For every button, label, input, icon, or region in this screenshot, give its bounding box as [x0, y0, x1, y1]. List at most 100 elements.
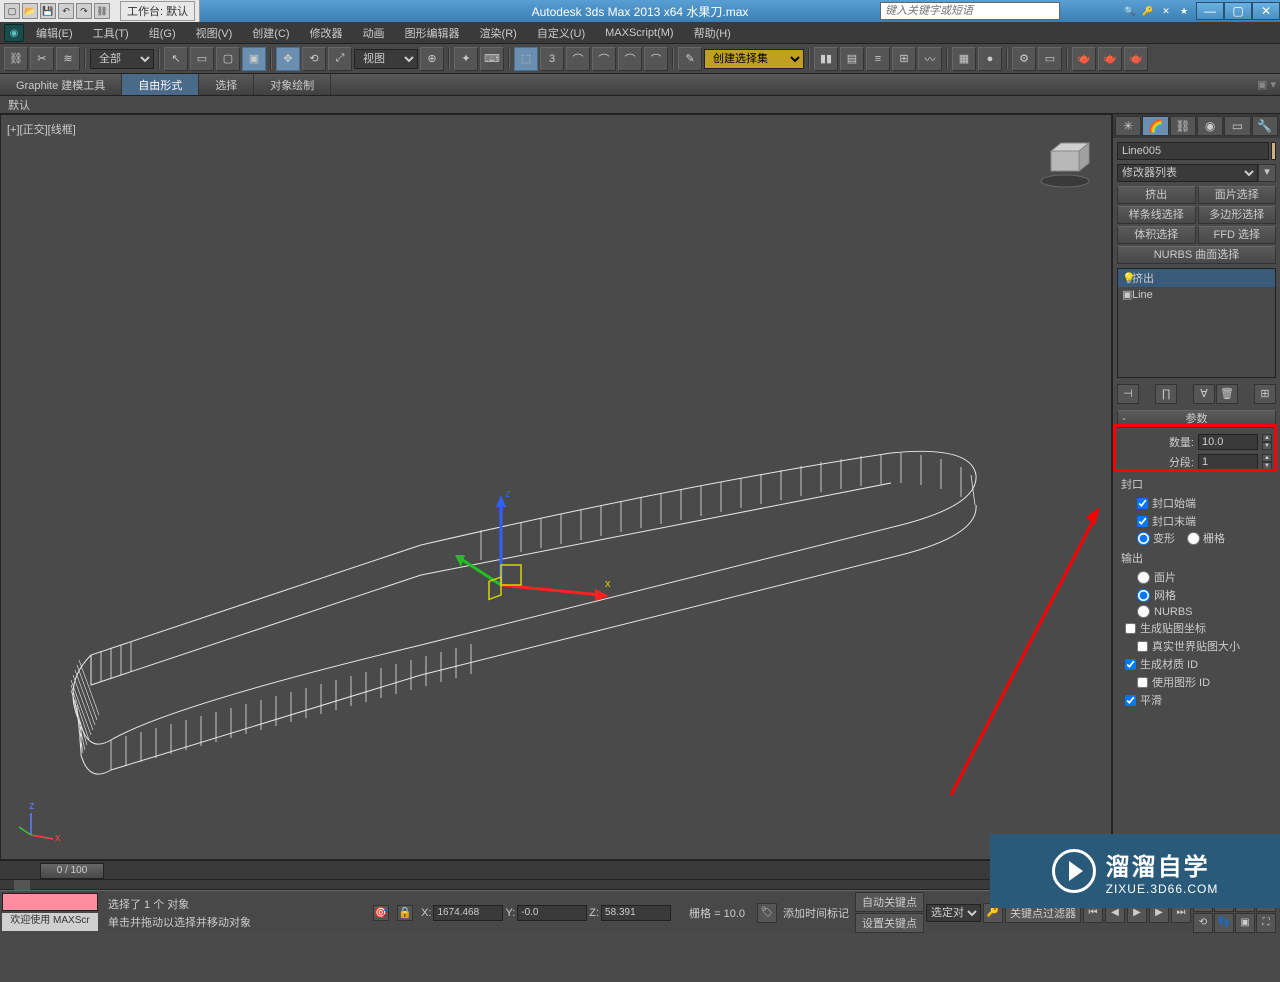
nav-orbit-icon[interactable]: ⟲ [1193, 913, 1213, 933]
nav-maxvp-icon[interactable]: ▣ [1235, 913, 1255, 933]
modifier-stack[interactable]: 💡挤出 ▣Line [1117, 268, 1276, 378]
ribbon-tab-freeform[interactable]: 自由形式 [122, 74, 199, 95]
smooth-checkbox[interactable] [1125, 695, 1136, 706]
menu-help[interactable]: 帮助(H) [686, 23, 739, 43]
setkey-button[interactable]: 设置关键点 [855, 913, 924, 933]
hierarchy-panel-tab-icon[interactable]: ⛓ [1170, 116, 1196, 136]
stack-item-extrude[interactable]: 💡挤出 [1118, 269, 1275, 287]
snap-toggle-icon[interactable]: ⬚ [514, 47, 538, 71]
segments-spinner[interactable]: 1 [1198, 454, 1258, 470]
object-color-swatch[interactable] [1271, 142, 1276, 160]
x-coord-input[interactable]: 1674.468 [433, 905, 503, 921]
angle-snap-icon[interactable]: 3 [540, 47, 564, 71]
named-selection-dropdown[interactable]: 创建选择集 [704, 49, 804, 69]
capend-checkbox[interactable] [1137, 516, 1148, 527]
output-nurbs-radio[interactable] [1137, 605, 1150, 618]
output-patch-radio[interactable] [1137, 571, 1150, 584]
menu-customize[interactable]: 自定义(U) [529, 23, 593, 43]
keyboard-shortcut-icon[interactable]: ⌨ [480, 47, 504, 71]
capgrid-radio[interactable] [1187, 532, 1200, 545]
mirror-icon[interactable]: ▮▮ [814, 47, 838, 71]
open-icon[interactable]: 📂 [22, 3, 38, 19]
maximize-button[interactable]: ▢ [1224, 2, 1252, 20]
render-setup-icon[interactable]: ⚙ [1012, 47, 1036, 71]
menu-group[interactable]: 组(G) [141, 23, 184, 43]
trackbar-icon[interactable] [14, 880, 30, 890]
selection-filter-dropdown[interactable]: 全部 [90, 49, 154, 69]
nav-walk-icon[interactable]: 👣 [1214, 913, 1234, 933]
nav-minmax-icon[interactable]: ⛶ [1256, 913, 1276, 933]
render-frame-icon[interactable]: ▭ [1038, 47, 1062, 71]
binoculars-icon[interactable]: 🔍 [1122, 3, 1138, 19]
amount-spinner-buttons[interactable]: ▲▼ [1262, 434, 1272, 450]
layers-mgr-icon[interactable]: ⊞ [892, 47, 916, 71]
menu-view[interactable]: 视图(V) [188, 23, 241, 43]
menu-maxscript[interactable]: MAXScript(M) [597, 25, 681, 41]
select-region-icon[interactable]: ▢ [216, 47, 240, 71]
snaps-icon[interactable]: ⌒ [618, 47, 642, 71]
capmorph-radio[interactable] [1137, 532, 1150, 545]
save-icon[interactable]: 💾 [40, 3, 56, 19]
maxscript-listener-tab[interactable]: 欢迎使用 MAXScr [2, 913, 98, 931]
edit-selection-icon[interactable]: ✎ [678, 47, 702, 71]
menu-animation[interactable]: 动画 [355, 23, 393, 43]
keymode-dropdown[interactable]: 选定对 [926, 904, 981, 922]
timetag-icon[interactable]: 🏷 [757, 903, 777, 923]
help-search-input[interactable] [880, 2, 1060, 20]
material-icon[interactable]: ● [978, 47, 1002, 71]
viewcube[interactable] [1037, 133, 1093, 189]
time-slider-thumb[interactable]: 0 / 100 [40, 863, 104, 879]
menu-grapheditors[interactable]: 图形编辑器 [397, 23, 468, 43]
genmapping-checkbox[interactable] [1125, 623, 1136, 634]
modifier-list-dropdown[interactable]: 修改器列表 [1117, 164, 1258, 182]
segments-spinner-buttons[interactable]: ▲▼ [1262, 454, 1272, 470]
utilities-panel-tab-icon[interactable]: 🔧 [1252, 116, 1278, 136]
motion-panel-tab-icon[interactable]: ◉ [1197, 116, 1223, 136]
spinner-snap-icon[interactable]: ⌒ [592, 47, 616, 71]
percent-snap-icon[interactable]: ⌒ [566, 47, 590, 71]
rollout-parameters[interactable]: -参数 [1117, 410, 1276, 428]
modify-panel-tab-icon[interactable]: 🌈 [1142, 116, 1168, 136]
menu-create[interactable]: 创建(C) [244, 23, 297, 43]
close-button[interactable]: ✕ [1252, 2, 1280, 20]
mod-btn-patchselect[interactable]: 面片选择 [1198, 186, 1277, 204]
plus-icon[interactable]: ▣ [1122, 288, 1132, 301]
capstart-checkbox[interactable] [1137, 498, 1148, 509]
output-mesh-radio[interactable] [1137, 589, 1150, 602]
link-icon[interactable]: ⛓ [94, 3, 110, 19]
viewport[interactable]: [+][正交][线框] [0, 114, 1112, 860]
ribbon-tab-graphite[interactable]: Graphite 建模工具 [0, 74, 122, 95]
layers-icon[interactable]: ≡ [866, 47, 890, 71]
select-tool-icon[interactable]: ↖ [164, 47, 188, 71]
menu-tools[interactable]: 工具(T) [85, 23, 137, 43]
teapot3-icon[interactable]: 🫖 [1124, 47, 1148, 71]
select-manipulate-icon[interactable]: ✦ [454, 47, 478, 71]
y-coord-input[interactable]: -0.0 [517, 905, 587, 921]
autokey-button[interactable]: 自动关键点 [855, 892, 924, 912]
unlink-tool-icon[interactable]: ✂ [30, 47, 54, 71]
pin-stack-icon[interactable]: ⊣ [1117, 384, 1139, 404]
undo-icon[interactable]: ↶ [58, 3, 74, 19]
ribbon-tab-selection[interactable]: 选择 [199, 74, 254, 95]
refcoord-dropdown[interactable]: 视图 [354, 49, 418, 69]
schematic-icon[interactable]: ▦ [952, 47, 976, 71]
menu-modifiers[interactable]: 修改器 [302, 23, 351, 43]
remove-mod-icon[interactable]: 🗑 [1216, 384, 1238, 404]
make-unique-icon[interactable]: ∀ [1193, 384, 1215, 404]
mod-btn-polyselect[interactable]: 多边形选择 [1198, 206, 1277, 224]
workspace-dropdown[interactable]: 工作台: 默认 [120, 1, 195, 21]
menu-edit[interactable]: 编辑(E) [28, 23, 81, 43]
move-tool-icon[interactable]: ✥ [276, 47, 300, 71]
timetag-label[interactable]: 添加时间标记 [779, 905, 853, 921]
pivot-center-icon[interactable]: ⊕ [420, 47, 444, 71]
mod-btn-extrude[interactable]: 挤出 [1117, 186, 1196, 204]
align-icon[interactable]: ▤ [840, 47, 864, 71]
key-icon[interactable]: 🔑 [1140, 3, 1156, 19]
link-tool-icon[interactable]: ⛓ [4, 47, 28, 71]
display-panel-tab-icon[interactable]: ▭ [1224, 116, 1250, 136]
menu-rendering[interactable]: 渲染(R) [472, 23, 525, 43]
minimize-button[interactable]: — [1196, 2, 1224, 20]
teapot2-icon[interactable]: 🫖 [1098, 47, 1122, 71]
show-end-icon[interactable]: ∏ [1155, 384, 1177, 404]
amount-spinner[interactable]: 10.0 [1198, 434, 1258, 450]
